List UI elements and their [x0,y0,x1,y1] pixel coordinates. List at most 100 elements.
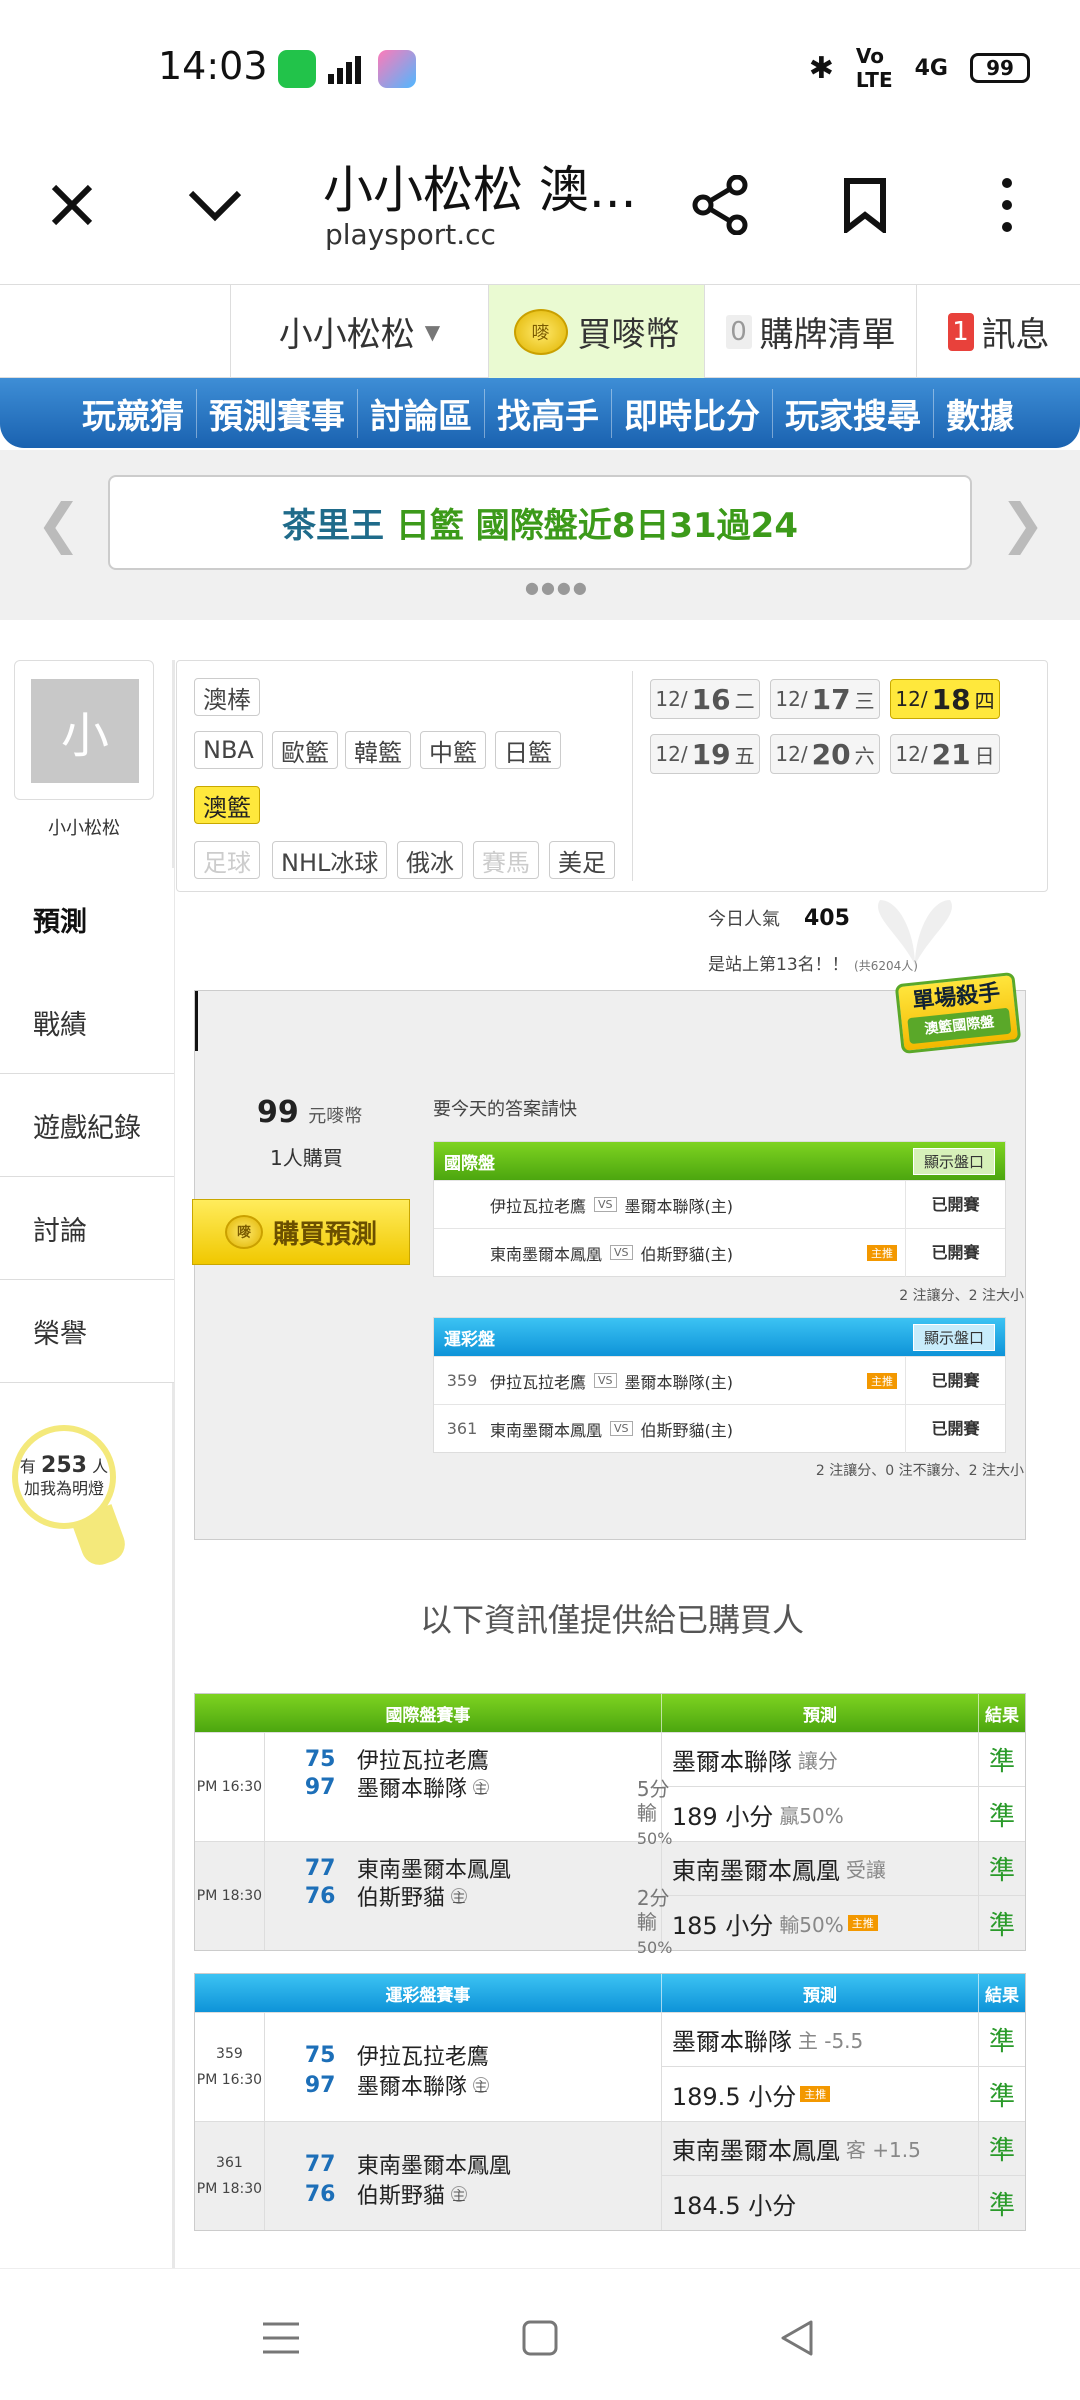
category-tag[interactable]: 美足 [549,841,615,879]
cart-count: 0 [725,314,752,349]
date-tab[interactable]: 12/20 六 [770,734,880,774]
result-mark: 準 [979,2122,1025,2176]
away-score: 75 [304,1746,336,1772]
back-triangle-icon[interactable] [772,2313,822,2363]
menu-icon[interactable] [256,2313,306,2363]
result-mark: 準 [979,1842,1025,1896]
col-prediction: 預測 [662,1694,980,1732]
category-tag[interactable]: 賽馬 [473,841,539,879]
home-team: 墨爾本聯隊(主) [624,1372,734,1392]
carousel-dots[interactable]: ●●●● [525,578,589,597]
page-title[interactable]: 小小松松 澳... [323,150,637,222]
intl-title: 國際盤 [444,1153,495,1174]
category-tag[interactable]: 中籃 [420,731,486,769]
avatar[interactable]: 小 [14,660,154,800]
category-tag[interactable]: 足球 [194,841,260,879]
vs-icon: VS [610,1421,633,1436]
date-tab[interactable]: 12/19 五 [650,734,760,774]
messages-label: 訊息 [981,315,1050,355]
menu-item[interactable]: 討論區 [358,388,485,438]
page-url[interactable]: playsport.cc [325,218,496,251]
away-team: 東南墨爾本鳳凰 [356,2154,511,2179]
messages-link[interactable]: 1 訊息 [916,285,1080,378]
lottery-note: 2 注讓分、0 注不讓分、2 注大小 [815,1463,1024,1479]
menu-item[interactable]: 玩競猜 [70,388,197,438]
home-team: 墨爾本聯隊 [356,1777,467,1802]
result-mark: 準 [989,1910,1016,1941]
profile-name[interactable]: 小小松松 [0,814,168,840]
fans-lightbulb[interactable]: 有 253 人 加我為明燈 [12,1425,116,1529]
category-tag[interactable]: 澳棒 [194,678,260,716]
avatar-initial: 小 [31,679,139,783]
game-time: PM 16:30 [196,1779,263,1795]
chevron-left-icon[interactable]: ❮ [36,492,81,555]
home-team: 伯斯野貓 [356,1886,445,1911]
bookmark-icon[interactable] [830,170,900,240]
menu-item[interactable]: 玩家搜尋 [773,388,934,438]
menu-item[interactable]: 即時比分 [612,388,773,438]
promo-banner[interactable]: 茶里王 日籃 國際盤近8日31過24 [108,475,972,570]
table-row: 伊拉瓦拉老鷹 VS 墨爾本聯隊(主) 已開賽 [434,1180,1005,1229]
pick-spread-type: 讓分 [797,1749,838,1773]
home-score: 76 [304,2181,336,2207]
vs-icon: VS [610,1245,633,1260]
category-tag[interactable]: 歐籃 [272,731,338,769]
away-team: 伊拉瓦拉老鷹 [490,1372,587,1392]
category-tag[interactable]: 日籃 [495,731,561,769]
chevron-down-icon[interactable] [180,170,250,240]
coin-icon: 嘜 [513,308,568,355]
home-square-icon[interactable] [515,2313,565,2363]
date-tab[interactable]: 12/21 日 [890,734,1000,774]
rank-text: 是站上第13名！！ [708,955,849,975]
date-tab[interactable]: 12/16 二 [650,679,760,719]
category-tag[interactable]: NHL冰球 [272,841,388,879]
more-options-icon[interactable] [972,170,1042,240]
buy-coin-button[interactable]: 嘜 買嘜幣 [488,285,704,378]
col-result: 結果 [985,1985,1020,2006]
signal-chart-icon [328,54,368,90]
system-nav-bar [0,2268,1080,2400]
result-mark: 準 [989,2190,1016,2221]
table-row: PM 18:30 77 東南墨爾本鳳凰 76 伯斯野貓主 2分輸 50% 東南墨爾本鳳… [195,1841,1025,1957]
date-tab[interactable]: 12/17 三 [770,679,880,719]
sidenav-honor[interactable]: 榮譽 [0,1280,174,1383]
sidenav-game-log[interactable]: 遊戲紀錄 [0,1074,174,1177]
status-right: ✱ Vo LTE 4G 99 [809,44,1030,92]
sidenav-predict[interactable]: 預測 [0,868,174,971]
close-icon[interactable] [37,170,107,240]
date-tab-selected[interactable]: 12/18 四 [890,679,1000,719]
main-pick-tag: 主推 [847,1915,878,1931]
cart-link[interactable]: 0 購牌清單 [704,285,916,378]
away-score: 77 [304,2151,336,2177]
home-score: 97 [304,2072,336,2098]
category-tag[interactable]: NBA [194,731,263,769]
pick-spread: 東南墨爾本鳳凰 [671,2137,840,2165]
browser-toolbar: 小小松松 澳... playsport.cc [0,130,1080,285]
pick-spread-line: 客 +1.5 [845,2138,921,2162]
volte-icon: Vo LTE [855,44,893,92]
chevron-right-icon[interactable]: ❯ [1000,492,1045,555]
category-tag-selected[interactable]: 澳籃 [194,786,260,824]
menu-item[interactable]: 預測賽事 [197,388,358,438]
intl-note: 2 注讓分、2 注大小 [899,1288,1024,1304]
category-tag[interactable]: 韓籃 [345,731,411,769]
show-odds-button[interactable]: 顯示盤口 [912,1147,995,1175]
col-prediction: 預測 [662,1974,980,2012]
category-tag[interactable]: 俄冰 [397,841,463,879]
game-no: 359 [216,2046,243,2062]
share-icon[interactable] [686,170,756,240]
menu-item[interactable]: 數據 [934,389,1026,438]
sidenav-discuss[interactable]: 討論 [0,1177,174,1280]
price-unit: 元嘜幣 [308,1106,363,1127]
col-game: 運彩盤賽事 [195,1974,662,2012]
show-odds-button[interactable]: 顯示盤口 [912,1323,995,1351]
buy-prediction-button[interactable]: 嘜 購買預測 [192,1199,410,1265]
lottery-header: 運彩盤 顯示盤口 [434,1318,1005,1356]
sidenav-record[interactable]: 戰績 [0,971,174,1074]
intl-header: 國際盤 顯示盤口 [434,1142,1005,1180]
buyers-only-info: 以下資訊僅提供給已購買人 [419,1601,804,1639]
menu-item[interactable]: 找高手 [485,388,612,438]
main-pick-tag: 主推 [867,1244,897,1261]
game-time: PM 16:30 [196,2072,263,2088]
user-menu[interactable]: 小小松松 ▼ [230,285,488,378]
